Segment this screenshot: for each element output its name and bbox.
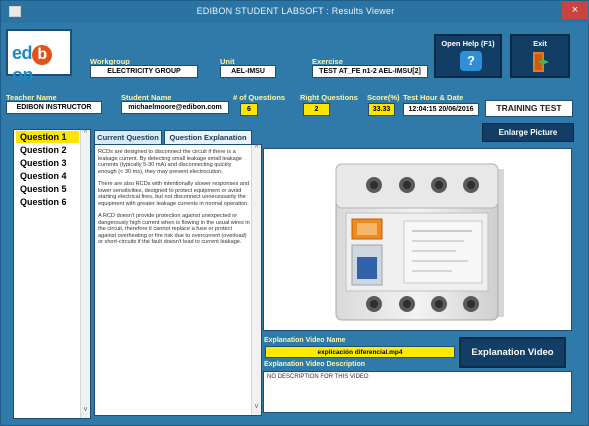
right-questions-label: Right Questions (300, 93, 358, 102)
explanation-video-button[interactable]: Explanation Video (459, 337, 566, 368)
explanation-text: RCDs are designed to disconnect the circ… (98, 149, 250, 252)
workgroup-value: ELECTRICITY GROUP (90, 65, 198, 78)
question-1-item[interactable]: Question 1 (16, 131, 79, 143)
results-viewer-window: EDIBON STUDENT LABSOFT : Results Viewer … (0, 0, 589, 426)
question-4-item[interactable]: Question 4 (16, 170, 79, 182)
logo-o: b (32, 45, 53, 65)
open-help-label: Open Help (F1) (441, 39, 495, 48)
test-date-value: 12:04:15 20/06/2016 (403, 103, 479, 116)
exit-door-icon (533, 52, 549, 72)
window-title: EDIBON STUDENT LABSOFT : Results Viewer (196, 6, 395, 16)
teacher-value: EDIBON INSTRUCTOR (6, 101, 102, 114)
question-image-panel (263, 148, 572, 331)
num-questions-value: 6 (240, 103, 258, 116)
explanation-paragraph-1: RCDs are designed to disconnect the circ… (98, 149, 242, 175)
scroll-down-icon[interactable]: v (252, 403, 261, 410)
scroll-up-icon[interactable]: ^ (81, 130, 90, 140)
logo-text-right: on (12, 65, 34, 85)
close-icon[interactable]: × (562, 1, 588, 19)
tab-question-explanation[interactable]: Question Explanation (164, 130, 252, 144)
question-list-scrollbar[interactable]: ^ v (80, 130, 90, 418)
help-question-icon: ? (460, 51, 482, 71)
score-label: Score(%) (367, 93, 400, 102)
edibon-logo: ed bon (6, 29, 72, 85)
video-description-label: Explanation Video Description (264, 361, 366, 368)
unit-value: AEL-IMSU (220, 65, 276, 78)
training-test-badge: TRAINING TEST (485, 100, 573, 117)
logo-text: ed bon (12, 43, 70, 86)
exit-label: Exit (533, 39, 547, 48)
right-questions-value: 2 (303, 103, 330, 116)
logo-text-left: ed (12, 43, 33, 63)
exercise-value: TEST AT_FE n1-2 AEL-IMSU[2] (312, 65, 428, 78)
num-questions-label: # of Questions (233, 93, 286, 102)
question-3-item[interactable]: Question 3 (16, 157, 79, 169)
explanation-paragraph-3: A RCD doesn't provide protection against… (98, 213, 250, 245)
question-list: Question 1 Question 2 Question 3 Questio… (13, 129, 91, 419)
question-6-item[interactable]: Question 6 (16, 196, 79, 208)
question-5-item[interactable]: Question 5 (16, 183, 79, 195)
video-description-field: NO DESCRIPTION FOR THIS VIDEO (263, 371, 572, 413)
score-value: 33.33 (368, 103, 395, 116)
question-2-item[interactable]: Question 2 (16, 144, 79, 156)
exit-button[interactable]: Exit (510, 34, 570, 78)
title-bar: EDIBON STUDENT LABSOFT : Results Viewer … (1, 1, 589, 23)
enlarge-picture-button[interactable]: Enlarge Picture (482, 123, 574, 142)
student-value: michaelmoore@edibon.com (121, 101, 229, 114)
video-name-value: explicación diferencial.mp4 (265, 346, 455, 358)
test-date-label: Test Hour & Date (403, 93, 464, 102)
tab-current-question[interactable]: Current Question (94, 130, 162, 144)
open-help-button[interactable]: Open Help (F1) ? (434, 34, 502, 78)
rcd-device-image (335, 163, 504, 321)
explanation-text-panel: RCDs are designed to disconnect the circ… (94, 144, 262, 416)
scroll-up-icon[interactable]: ^ (252, 145, 261, 152)
explanation-scrollbar[interactable]: ^ v (251, 145, 261, 415)
scroll-down-icon[interactable]: v (81, 406, 90, 416)
video-name-label: Explanation Video Name (264, 337, 346, 344)
explanation-paragraph-2: There are also RCDs with intentionally s… (98, 181, 250, 207)
